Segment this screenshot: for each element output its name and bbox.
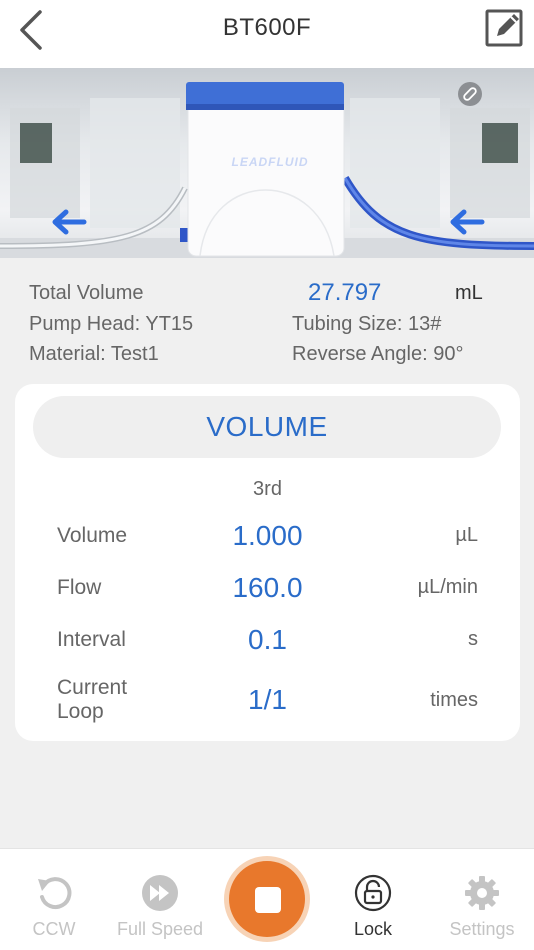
row-unit: s: [468, 628, 478, 650]
stop-button-core[interactable]: [229, 861, 305, 937]
row-unit: times: [430, 689, 478, 711]
volume-row[interactable]: Volume 1.000 µL: [15, 514, 520, 564]
full-speed-button[interactable]: Full Speed: [110, 849, 210, 950]
total-volume-unit: mL: [455, 282, 483, 304]
mode-button[interactable]: VOLUME: [33, 396, 501, 458]
gear-icon: [465, 876, 499, 910]
row-unit: µL: [455, 524, 478, 546]
settings-button[interactable]: Settings: [432, 849, 532, 950]
step-label: 3rd: [253, 478, 282, 500]
reverse-angle: Reverse Angle: 90°: [292, 343, 464, 365]
lock-icon: [354, 874, 392, 912]
row-value[interactable]: 0.1: [15, 624, 520, 656]
tubing-size: Tubing Size: 13#: [292, 313, 442, 335]
lock-button[interactable]: Lock: [323, 849, 423, 950]
row-unit: µL/min: [417, 576, 478, 598]
ccw-label: CCW: [32, 919, 76, 939]
total-volume-label: Total Volume: [29, 282, 144, 304]
pump-image: LEADFLUID: [0, 68, 534, 258]
stop-button[interactable]: [224, 856, 310, 942]
pump-info: Total Volume 27.797 mL Pump Head: YT15 T…: [0, 258, 534, 378]
lock-label: Lock: [353, 919, 393, 939]
brand-label: LEADFLUID: [231, 155, 309, 169]
run-parameters-card: VOLUME 3rd Volume 1.000 µL Flow 160.0 µL…: [15, 384, 520, 741]
rotate-ccw-icon: [38, 877, 72, 910]
edit-icon: [485, 9, 523, 47]
flow-row[interactable]: Flow 160.0 µL/min: [15, 566, 520, 616]
settings-label: Settings: [449, 919, 515, 939]
fast-forward-icon: [142, 875, 178, 911]
material: Material: Test1: [29, 343, 159, 365]
link-icon: [458, 82, 482, 106]
edit-button[interactable]: [484, 6, 524, 48]
full-speed-label: Full Speed: [116, 919, 204, 939]
ccw-button[interactable]: CCW: [4, 849, 104, 950]
stop-icon: [255, 887, 281, 913]
interval-row[interactable]: Interval 0.1 s: [15, 618, 520, 668]
current-loop-row[interactable]: Current Loop 1/1 times: [15, 674, 520, 730]
pump-head: Pump Head: YT15: [29, 313, 194, 335]
row-value[interactable]: 1.000: [15, 520, 520, 552]
top-bar: BT600F: [0, 0, 534, 68]
page-title: BT600F: [222, 14, 312, 41]
total-volume-value: 27.797: [308, 279, 382, 306]
